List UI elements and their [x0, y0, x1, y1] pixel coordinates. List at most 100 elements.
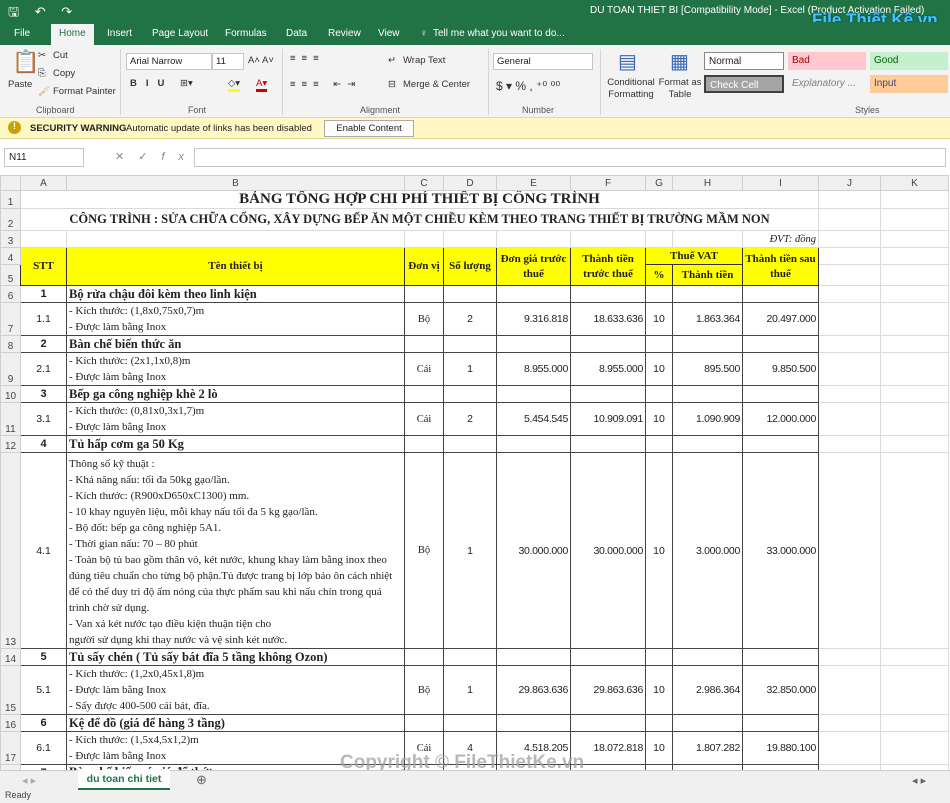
column-header[interactable]: H — [672, 175, 743, 191]
format-as-table-button[interactable]: Format as Table — [658, 77, 702, 101]
column-header[interactable]: E — [496, 175, 571, 191]
font-style-buttons[interactable]: BIU — [130, 78, 173, 89]
vertical-align-buttons[interactable]: ≡≡≡ — [290, 53, 325, 64]
unit-cell: Bộ — [404, 452, 444, 649]
conditional-formatting-button[interactable]: Conditional Formatting — [603, 77, 659, 101]
column-header[interactable]: K — [880, 175, 949, 191]
row-header[interactable]: 1 — [0, 190, 21, 209]
row-header[interactable]: 10 — [0, 385, 21, 403]
select-all-corner[interactable] — [0, 175, 21, 191]
warning-icon: ! — [8, 121, 21, 134]
row-header[interactable]: 6 — [0, 285, 21, 303]
sheet-nav-arrows[interactable]: ◂ ▸ — [22, 774, 36, 787]
font-size-buttons[interactable]: A˄ A˅ — [248, 55, 274, 66]
tab-insert[interactable]: Insert — [107, 28, 132, 39]
format-painter-button[interactable]: Format Painter — [53, 86, 116, 97]
format-as-table-icon: ▦ — [670, 51, 689, 73]
row-header[interactable]: 12 — [0, 435, 21, 453]
formula-input[interactable] — [194, 148, 946, 167]
number-format-buttons[interactable]: $ ▾ % , ⁺⁰ ⁰⁰ — [496, 79, 560, 93]
unit-cell: Cái — [404, 352, 444, 386]
alignment-group-label: Alignment — [360, 105, 401, 115]
item-stt: 6 — [20, 714, 67, 732]
tell-me-input[interactable]: Tell me what you want to do... — [433, 28, 565, 39]
enable-content-button[interactable]: Enable Content — [324, 120, 414, 137]
tab-home[interactable]: Home — [51, 24, 94, 45]
item-name: Bộ rửa chậu đôi kèm theo linh kiện — [66, 285, 405, 303]
style-explanatory[interactable]: Explanatory ... — [788, 75, 866, 93]
style-check-cell[interactable]: Check Cell — [704, 75, 784, 93]
row-header[interactable]: 2 — [0, 208, 21, 231]
column-header[interactable]: F — [570, 175, 646, 191]
column-header[interactable]: B — [66, 175, 405, 191]
tab-page-layout[interactable]: Page Layout — [152, 28, 208, 39]
amount-cell: 29.863.636 — [570, 665, 646, 715]
horizontal-scroll-arrows[interactable]: ◂ ▸ — [912, 774, 926, 787]
paste-button[interactable]: Paste — [8, 79, 32, 90]
total-cell: 9.850.500 — [742, 352, 819, 386]
header-vat-amount: Thành tiền — [672, 264, 743, 286]
tab-formulas[interactable]: Formulas — [225, 28, 267, 39]
sheet-tab-du-toan-chi-tiet[interactable]: du toan chi tiet — [78, 770, 170, 790]
row-header[interactable]: 5 — [0, 264, 21, 286]
format-painter-icon: 🖌 — [38, 86, 51, 97]
quantity-cell: 1 — [443, 665, 497, 715]
vat-amount-cell: 1.863.364 — [672, 302, 743, 336]
sub-item-description: Thông số kỹ thuật : - Khả năng nấu: tối đ… — [66, 452, 405, 649]
row-header[interactable]: 17 — [0, 731, 21, 765]
row-header[interactable]: 15 — [0, 665, 21, 715]
row-header[interactable]: 16 — [0, 714, 21, 732]
tab-file[interactable]: File — [14, 28, 30, 39]
borders-icon[interactable]: ⊞▾ — [180, 78, 193, 89]
unit-cell: Cái — [404, 402, 444, 436]
item-name: Bếp ga công nghiệp khè 2 lò — [66, 385, 405, 403]
spreadsheet-grid[interactable]: A B C D E F G H I J K 1 BẢNG TỔNG HỢP CHI PHÍ THIẾT … — [0, 175, 949, 781]
status-bar: Ready — [0, 790, 950, 803]
formula-buttons[interactable]: ✕✓fx — [115, 150, 198, 163]
row-header[interactable]: 3 — [0, 230, 21, 248]
total-cell: 32.850.000 — [742, 665, 819, 715]
add-sheet-icon[interactable]: ⊕ — [196, 772, 207, 788]
sub-item-stt: 6.1 — [20, 731, 67, 765]
tab-data[interactable]: Data — [286, 28, 307, 39]
unit-price-cell: 8.955.000 — [496, 352, 571, 386]
column-header[interactable]: I — [742, 175, 819, 191]
row-header[interactable]: 14 — [0, 648, 21, 666]
row-header[interactable]: 7 — [0, 302, 21, 336]
font-name-select[interactable]: Arial Narrow — [126, 53, 212, 70]
merge-center-button[interactable]: Merge & Center — [403, 79, 470, 90]
font-size-select[interactable]: 11 — [212, 53, 244, 70]
copy-button[interactable]: Copy — [53, 68, 75, 79]
header-total: Thành tiền sau thuế — [742, 247, 819, 286]
fill-color-icon[interactable]: ◇▾ — [228, 78, 241, 92]
description-line: - Kích thước: (1,8x0,75x0,7)m — [69, 305, 205, 317]
conditional-formatting-icon: ▤ — [618, 51, 637, 73]
vat-pct-cell: 10 — [645, 731, 673, 765]
name-box[interactable]: N11 — [4, 148, 84, 167]
style-good[interactable]: Good — [870, 52, 948, 70]
row-header[interactable]: 13 — [0, 452, 21, 649]
cut-button[interactable]: Cut — [53, 50, 68, 61]
column-header[interactable]: A — [20, 175, 67, 191]
sheet-title: BẢNG TỔNG HỢP CHI PHÍ THIẾT BỊ CÔNG TRÌN… — [20, 190, 819, 209]
description-line: - Kích thước: (0,81x0,3x1,7)m — [69, 405, 205, 417]
style-input[interactable]: Input — [870, 75, 948, 93]
tab-review[interactable]: Review — [328, 28, 361, 39]
sheet-row: 1 BẢNG TỔNG HỢP CHI PHÍ THIẾT BỊ CÔNG TRÌ… — [0, 190, 949, 209]
column-header[interactable]: D — [443, 175, 497, 191]
row-header[interactable]: 9 — [0, 352, 21, 386]
font-color-icon[interactable]: A▾ — [256, 78, 268, 92]
row-header[interactable]: 8 — [0, 335, 21, 353]
style-normal[interactable]: Normal — [704, 52, 784, 70]
row-header[interactable]: 4 — [0, 247, 21, 265]
column-header[interactable]: C — [404, 175, 444, 191]
row-header[interactable]: 11 — [0, 402, 21, 436]
style-bad[interactable]: Bad — [788, 52, 866, 70]
header-unit: Đơn vị — [404, 247, 444, 286]
wrap-text-button[interactable]: Wrap Text — [403, 55, 445, 66]
column-header[interactable]: J — [818, 175, 881, 191]
number-format-select[interactable]: General — [493, 53, 593, 70]
tab-view[interactable]: View — [378, 28, 400, 39]
column-header[interactable]: G — [645, 175, 673, 191]
horizontal-align-buttons[interactable]: ≡≡≡ ⇤⇥ — [290, 79, 361, 90]
